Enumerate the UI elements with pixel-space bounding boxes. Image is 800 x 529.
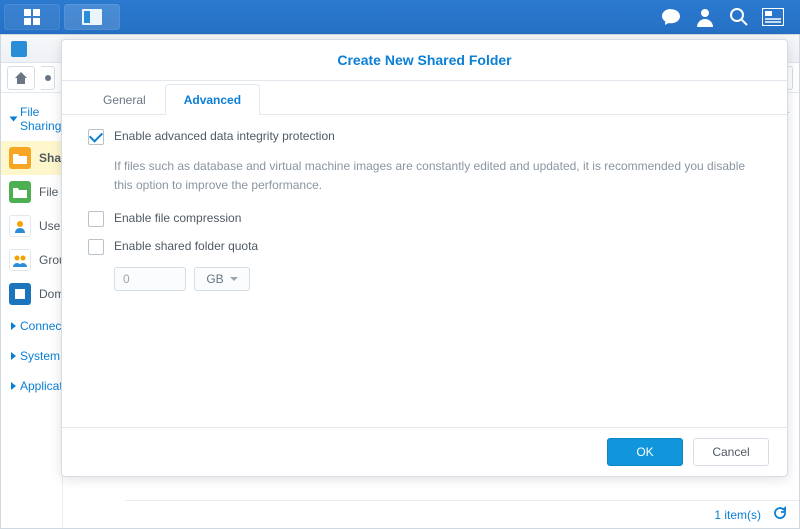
- refresh-icon: [773, 506, 787, 520]
- domain-icon: [9, 283, 31, 305]
- tab-label: General: [103, 93, 146, 107]
- search-button[interactable]: [728, 6, 750, 28]
- sidebar-item-domain[interactable]: Domain/LDAP: [1, 277, 62, 311]
- sidebar-item-label: User: [39, 219, 62, 233]
- tab-label: Advanced: [184, 93, 241, 107]
- compression-checkbox[interactable]: [88, 211, 104, 227]
- sidebar-item-label: Domain/LDAP: [39, 287, 62, 301]
- taskbar: [0, 0, 800, 34]
- sidebar-group-file-sharing[interactable]: File Sharing: [1, 97, 62, 141]
- control-panel-task-button[interactable]: [64, 4, 120, 30]
- integrity-help-text: If files such as database and virtual ma…: [114, 157, 761, 195]
- user-icon: [695, 7, 715, 27]
- quota-input-row: GB: [114, 267, 761, 291]
- cancel-button[interactable]: Cancel: [693, 438, 769, 466]
- sidebar-item-label: Shared Folder: [39, 151, 62, 165]
- widgets-button[interactable]: [762, 6, 784, 28]
- apps-launcher-button[interactable]: [4, 4, 60, 30]
- taskbar-spacer: [120, 0, 648, 34]
- quota-label: Enable shared folder quota: [114, 239, 258, 253]
- window-app-icon: [11, 41, 27, 57]
- speech-bubble-icon: [661, 7, 681, 27]
- compression-row: Enable file compression: [88, 211, 761, 227]
- control-panel-icon: [82, 9, 102, 25]
- sidebar-group-system[interactable]: System: [1, 341, 62, 371]
- user-menu-button[interactable]: [694, 6, 716, 28]
- create-shared-folder-dialog: Create New Shared Folder General Advance…: [61, 39, 788, 477]
- taskbar-left: [4, 0, 120, 34]
- dialog-body: Enable advanced data integrity protectio…: [62, 115, 787, 427]
- sidebar-item-shared-folder[interactable]: Shared Folder: [1, 141, 62, 175]
- refresh-button[interactable]: [773, 506, 787, 523]
- widgets-icon: [762, 8, 784, 26]
- status-item-count: 1 item(s): [714, 508, 761, 522]
- sidebar-group-applications[interactable]: Applications: [1, 371, 62, 401]
- sidebar-group-label: System: [20, 349, 60, 363]
- sidebar-item-label: Group: [39, 253, 62, 267]
- sidebar-group-label: Applications: [20, 379, 63, 393]
- sidebar-group-connectivity[interactable]: Connectivity: [1, 311, 62, 341]
- integrity-row: Enable advanced data integrity protectio…: [88, 129, 761, 145]
- integrity-label: Enable advanced data integrity protectio…: [114, 129, 335, 143]
- home-icon: [14, 71, 28, 85]
- quota-unit-label: GB: [206, 272, 223, 286]
- sidebar-item-group[interactable]: Group: [1, 243, 62, 277]
- user-icon: [9, 215, 31, 237]
- home-button[interactable]: [7, 66, 35, 90]
- tab-advanced[interactable]: Advanced: [165, 84, 260, 115]
- button-label: OK: [636, 445, 653, 459]
- dialog-tabs: General Advanced: [62, 81, 787, 115]
- notifications-button[interactable]: [660, 6, 682, 28]
- quota-value-input[interactable]: [114, 267, 186, 291]
- sidebar-item-file-services[interactable]: File Services: [1, 175, 62, 209]
- sidebar: File Sharing Shared Folder File Services…: [1, 93, 63, 528]
- tab-general[interactable]: General: [84, 84, 165, 115]
- taskbar-right: [648, 0, 796, 34]
- status-bar: 1 item(s): [125, 500, 799, 528]
- shared-folder-icon: [9, 147, 31, 169]
- toolbar-fragment: [41, 66, 55, 90]
- apps-icon: [23, 8, 41, 26]
- search-icon: [729, 7, 749, 27]
- integrity-checkbox[interactable]: [88, 129, 104, 145]
- sidebar-group-label: File Sharing: [20, 105, 61, 133]
- dialog-footer: OK Cancel: [62, 427, 787, 476]
- file-services-icon: [9, 181, 31, 203]
- quota-row: Enable shared folder quota: [88, 239, 761, 255]
- quota-checkbox[interactable]: [88, 239, 104, 255]
- wrench-icon: [43, 73, 53, 83]
- sidebar-group-label: Connectivity: [20, 319, 63, 333]
- dialog-title: Create New Shared Folder: [62, 40, 787, 81]
- ok-button[interactable]: OK: [607, 438, 683, 466]
- sidebar-item-user[interactable]: User: [1, 209, 62, 243]
- quota-unit-select[interactable]: GB: [194, 267, 250, 291]
- sidebar-item-label: File Services: [39, 185, 62, 199]
- group-icon: [9, 249, 31, 271]
- button-label: Cancel: [712, 445, 749, 459]
- compression-label: Enable file compression: [114, 211, 241, 225]
